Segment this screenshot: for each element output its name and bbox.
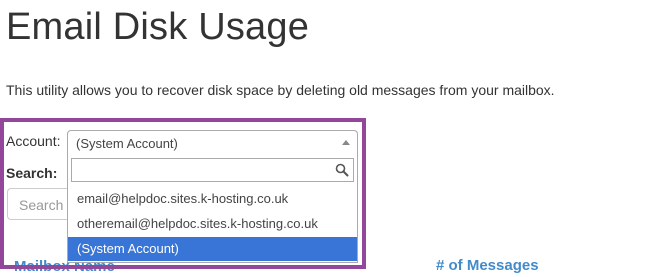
dropdown-option[interactable]: otheremail@helpdoc.sites.k-hosting.co.uk bbox=[68, 212, 357, 236]
page-title: Email Disk Usage bbox=[6, 6, 310, 48]
account-select[interactable]: (System Account) bbox=[67, 130, 358, 156]
dropdown-option[interactable]: email@helpdoc.sites.k-hosting.co.uk bbox=[68, 187, 357, 211]
search-placeholder: Search bbox=[19, 197, 64, 213]
account-dropdown: email@helpdoc.sites.k-hosting.co.uk othe… bbox=[67, 155, 358, 263]
account-select-value: (System Account) bbox=[76, 136, 178, 151]
column-header-message-count[interactable]: # of Messages bbox=[436, 257, 539, 274]
account-label: Account: bbox=[6, 133, 61, 149]
search-icon bbox=[335, 163, 349, 177]
search-input[interactable]: Search bbox=[7, 188, 69, 220]
caret-up-icon[interactable] bbox=[342, 140, 350, 145]
dropdown-search-input[interactable] bbox=[71, 158, 354, 182]
dropdown-option-highlighted[interactable]: (System Account) bbox=[68, 237, 357, 261]
search-label: Search: bbox=[6, 165, 58, 181]
page-description: This utility allows you to recover disk … bbox=[6, 82, 555, 98]
